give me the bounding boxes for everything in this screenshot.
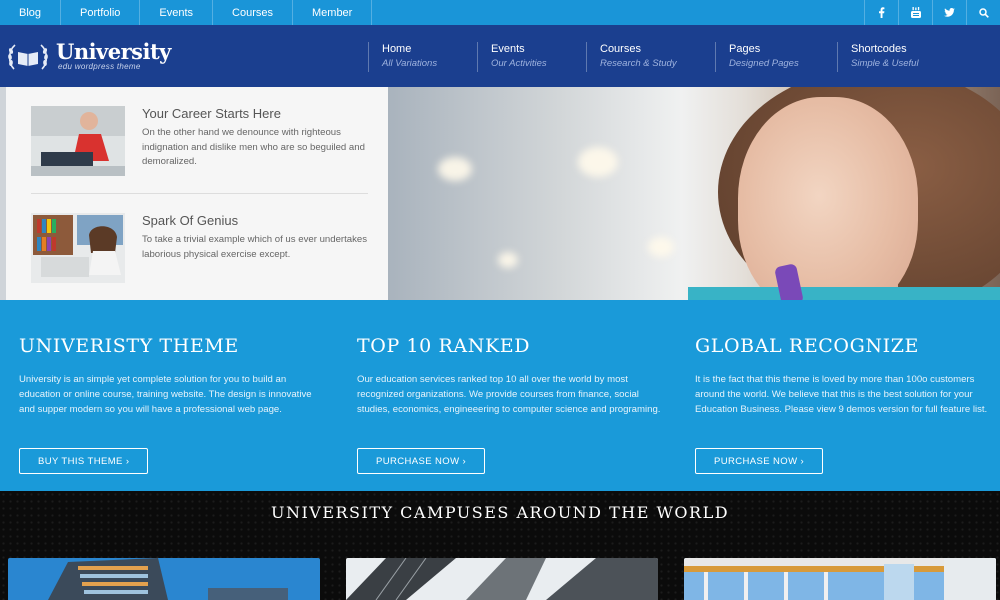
feature-column: UNIVERISTY THEME University is an simple… [19, 335, 329, 474]
hero-card-image[interactable] [31, 213, 125, 283]
purchase-now-button[interactable]: PURCHASE NOW › [695, 448, 824, 474]
feature-title: TOP 10 RANKED [357, 335, 531, 357]
feature-title: GLOBAL RECOGNIZE [695, 335, 919, 357]
features-section: UNIVERISTY THEME University is an simple… [0, 300, 1000, 491]
hero-card-text: On the other hand we denounce with right… [142, 127, 365, 168]
site-logo[interactable]: University edu wordpress theme [6, 39, 171, 71]
feature-text: Our education services ranked top 10 all… [357, 374, 661, 415]
logo-title: University [56, 39, 171, 64]
nav-item-title: Home [382, 43, 412, 55]
hero-card-title: Your Career Starts Here [142, 106, 281, 121]
hero-photo [388, 87, 1000, 300]
search-icon[interactable] [966, 0, 1000, 25]
nav-item-pages[interactable]: Pages Designed Pages [715, 42, 837, 72]
main-nav: Home All Variations Events Our Activitie… [368, 42, 957, 72]
twitter-icon[interactable] [932, 0, 966, 25]
nav-item-subtitle: All Variations [382, 58, 438, 69]
top-link-portfolio[interactable]: Portfolio [61, 0, 141, 25]
top-link-member[interactable]: Member [293, 0, 373, 25]
nav-item-subtitle: Our Activities [491, 58, 547, 69]
hero-divider [31, 193, 368, 194]
campus-image[interactable] [346, 558, 658, 600]
campus-image[interactable] [8, 558, 320, 600]
feature-text: It is the fact that this theme is loved … [695, 374, 988, 415]
facebook-icon[interactable] [864, 0, 898, 25]
top-link-events[interactable]: Events [140, 0, 214, 25]
hero-card-image[interactable] [31, 106, 125, 176]
nav-item-subtitle: Research & Study [600, 58, 677, 69]
campuses-title: UNIVERSITY CAMPUSES AROUND THE WORLD [270, 503, 730, 522]
top-links: Blog Portfolio Events Courses Member [0, 0, 373, 25]
feature-title: UNIVERISTY THEME [19, 335, 239, 357]
buy-theme-button[interactable]: BUY THIS THEME › [19, 448, 149, 474]
nav-item-subtitle: Designed Pages [729, 58, 799, 69]
top-bar: Blog Portfolio Events Courses Member [0, 0, 1000, 25]
laurel-book-icon [8, 43, 48, 70]
nav-item-title: Events [491, 43, 525, 55]
social-links [864, 0, 1000, 25]
nav-item-home[interactable]: Home All Variations [368, 42, 477, 72]
hero-section: Your Career Starts Here On the other han… [0, 87, 1000, 300]
feature-text: University is an simple yet complete sol… [19, 374, 312, 415]
top-link-blog[interactable]: Blog [0, 0, 62, 25]
hero-card-text: To take a trivial example which of us ev… [142, 234, 368, 260]
campus-image[interactable] [684, 558, 996, 600]
nav-item-events[interactable]: Events Our Activities [477, 42, 586, 72]
nav-item-courses[interactable]: Courses Research & Study [586, 42, 715, 72]
feature-column: TOP 10 RANKED Our education services ran… [357, 335, 667, 474]
nav-item-title: Pages [729, 43, 761, 55]
nav-item-shortcodes[interactable]: Shortcodes Simple & Useful [837, 42, 957, 72]
feature-column: GLOBAL RECOGNIZE It is the fact that thi… [695, 335, 1000, 474]
youtube-icon[interactable] [898, 0, 932, 25]
purchase-now-button[interactable]: PURCHASE NOW › [357, 448, 486, 474]
hero-card-title: Spark Of Genius [142, 213, 239, 228]
nav-item-subtitle: Simple & Useful [851, 58, 919, 69]
nav-item-title: Shortcodes [851, 43, 907, 55]
hero-panel: Your Career Starts Here On the other han… [6, 87, 388, 300]
nav-item-title: Courses [600, 43, 641, 55]
main-header: University edu wordpress theme Home All … [0, 25, 1000, 87]
campuses-section: UNIVERSITY CAMPUSES AROUND THE WORLD [0, 491, 1000, 600]
top-link-courses[interactable]: Courses [213, 0, 293, 25]
